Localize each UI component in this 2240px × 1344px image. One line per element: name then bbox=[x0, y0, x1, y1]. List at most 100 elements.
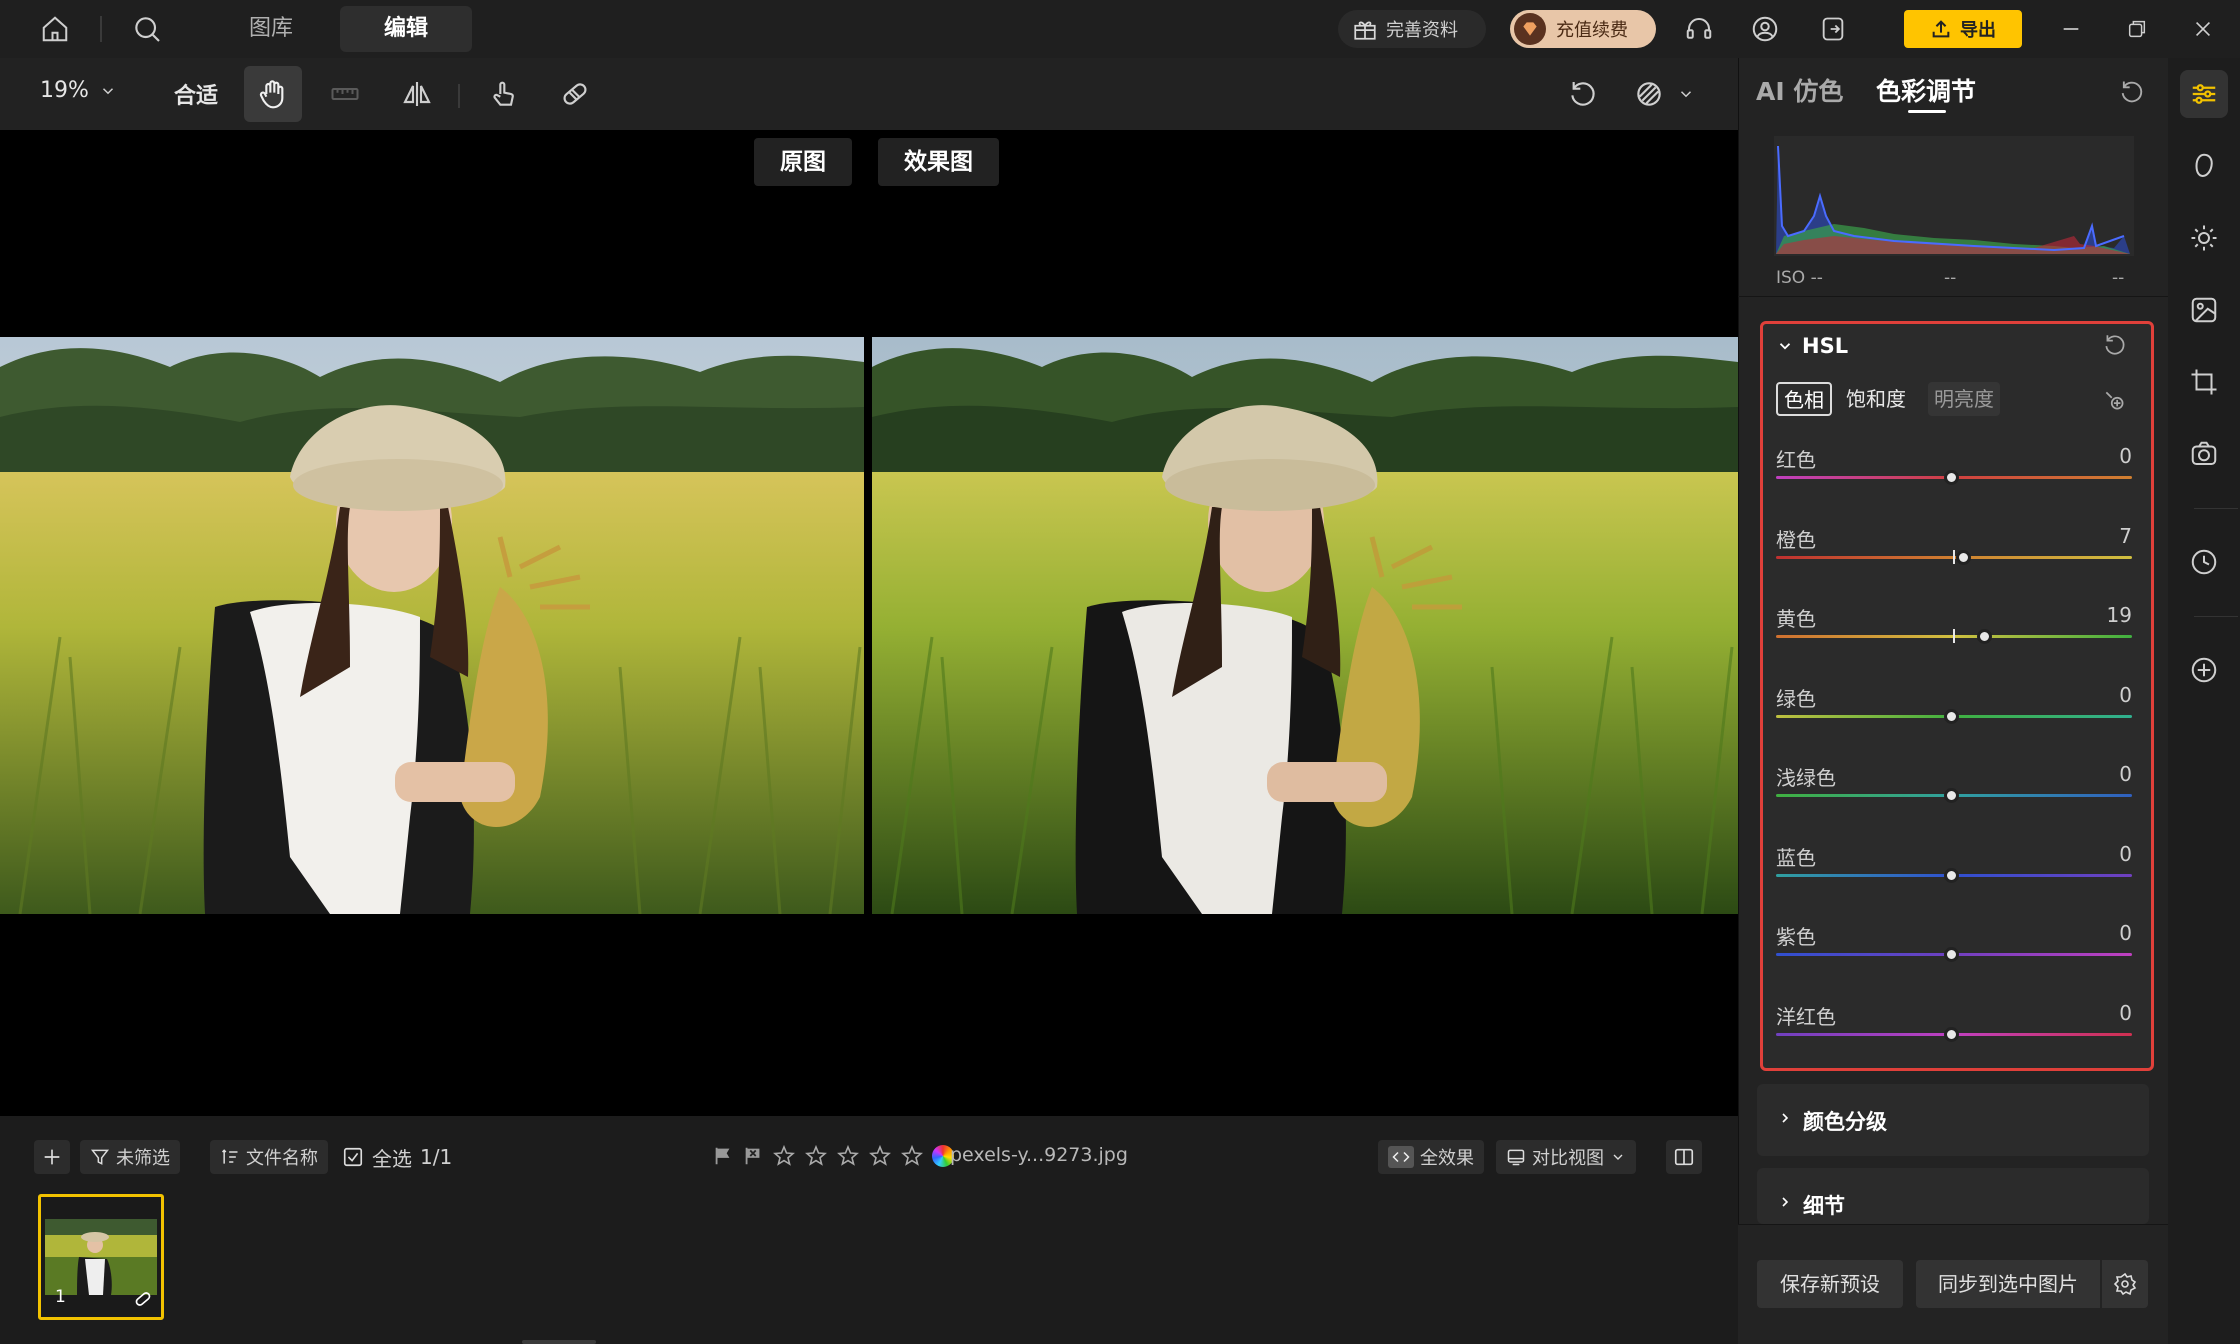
star-icon[interactable] bbox=[804, 1144, 828, 1168]
slider-label: 绿色 bbox=[1776, 687, 1816, 711]
complete-profile-button[interactable]: 完善资料 bbox=[1338, 10, 1486, 48]
light-icon[interactable] bbox=[2180, 214, 2228, 262]
restore-icon[interactable] bbox=[2118, 10, 2156, 48]
tab-edit[interactable]: 编辑 bbox=[340, 6, 472, 52]
slider-handle[interactable] bbox=[1943, 788, 1959, 803]
chevron-right-icon bbox=[1777, 1194, 1793, 1210]
active-tab-indicator bbox=[1908, 110, 1946, 113]
history-icon[interactable] bbox=[2180, 538, 2228, 586]
mode-hue[interactable]: 色相 bbox=[1776, 382, 1832, 416]
divider bbox=[2194, 508, 2238, 509]
slider-value[interactable]: 0 bbox=[2119, 444, 2132, 468]
headset-icon[interactable] bbox=[1680, 10, 1718, 48]
tab-ai-color[interactable]: AI 仿色 bbox=[1756, 72, 1843, 108]
slider-value[interactable]: 0 bbox=[2119, 1001, 2132, 1025]
thumbnail-index: 1 bbox=[55, 1287, 66, 1307]
effect-photo[interactable] bbox=[872, 337, 1738, 914]
tab-library[interactable]: 图库 bbox=[226, 6, 316, 52]
touch-icon[interactable] bbox=[474, 66, 532, 122]
filter-button[interactable]: 未筛选 bbox=[80, 1140, 180, 1174]
undo-icon[interactable] bbox=[1554, 66, 1612, 122]
hsl-header[interactable]: HSL bbox=[1776, 334, 1848, 358]
reject-flag-icon[interactable] bbox=[742, 1145, 764, 1167]
slider-value[interactable]: 0 bbox=[2119, 921, 2132, 945]
slider-handle[interactable] bbox=[1943, 868, 1959, 883]
save-preset-button[interactable]: 保存新预设 bbox=[1757, 1260, 1903, 1308]
mode-saturation[interactable]: 饱和度 bbox=[1846, 382, 1906, 416]
slider-center-tick bbox=[1953, 629, 1955, 643]
hsl-title: HSL bbox=[1802, 334, 1849, 358]
slider-value[interactable]: 0 bbox=[2119, 683, 2132, 707]
chevron-down-icon bbox=[99, 82, 117, 100]
blend-icon bbox=[1633, 78, 1665, 110]
effect-view-button[interactable]: 效果图 bbox=[878, 138, 999, 186]
zoom-select[interactable]: 19% bbox=[40, 78, 117, 103]
add-icon[interactable] bbox=[2180, 646, 2228, 694]
overlay-mode-select[interactable] bbox=[1624, 66, 1704, 122]
fit-button[interactable]: 合适 bbox=[174, 78, 218, 110]
split-view-icon[interactable] bbox=[1666, 1140, 1702, 1174]
selection-count: 1/1 bbox=[420, 1145, 453, 1169]
original-photo[interactable] bbox=[0, 337, 864, 914]
slider-handle[interactable] bbox=[1943, 1027, 1959, 1042]
flag-icon[interactable] bbox=[712, 1145, 734, 1167]
star-icon[interactable] bbox=[836, 1144, 860, 1168]
adjust-sliders-icon[interactable] bbox=[2180, 70, 2228, 118]
chevron-down-icon bbox=[1677, 85, 1695, 103]
sync-button[interactable]: 同步到选中图片 bbox=[1916, 1260, 2100, 1308]
eraser-icon[interactable] bbox=[546, 66, 604, 122]
camera-icon[interactable] bbox=[2180, 430, 2228, 478]
close-icon[interactable] bbox=[2184, 10, 2222, 48]
slider-handle[interactable] bbox=[1943, 947, 1959, 962]
compare-view-select[interactable]: 对比视图 bbox=[1496, 1140, 1636, 1174]
home-icon[interactable] bbox=[36, 10, 74, 48]
hsl-reset-icon[interactable] bbox=[2102, 332, 2128, 358]
slider-label: 橙色 bbox=[1776, 528, 1816, 552]
sync-settings-icon[interactable] bbox=[2102, 1260, 2148, 1308]
original-view-button[interactable]: 原图 bbox=[754, 138, 852, 186]
user-icon[interactable] bbox=[1746, 10, 1784, 48]
edit-toolbar: 19% 合适 bbox=[0, 58, 1738, 130]
target-adjust-icon[interactable] bbox=[2102, 388, 2128, 414]
star-icon[interactable] bbox=[900, 1144, 924, 1168]
flip-icon[interactable] bbox=[388, 66, 446, 122]
mode-luminance[interactable]: 明亮度 bbox=[1928, 382, 2000, 416]
crop-icon[interactable] bbox=[2180, 358, 2228, 406]
tab-color-adjust[interactable]: 色彩调节 bbox=[1876, 72, 1976, 108]
thumbnail[interactable]: 1 bbox=[38, 1194, 164, 1320]
histogram bbox=[1774, 136, 2134, 256]
section-title: 颜色分级 bbox=[1803, 1110, 1887, 1134]
slider-value[interactable]: 0 bbox=[2119, 762, 2132, 786]
slider-value[interactable]: 0 bbox=[2119, 842, 2132, 866]
full-effect-button[interactable]: 全效果 bbox=[1378, 1140, 1484, 1174]
recharge-button[interactable]: 充值续费 bbox=[1510, 10, 1656, 48]
slider-value[interactable]: 19 bbox=[2107, 603, 2132, 627]
color-grading-section[interactable]: 颜色分级 bbox=[1757, 1084, 2149, 1156]
detail-section[interactable]: 细节 bbox=[1757, 1168, 2149, 1224]
star-icon[interactable] bbox=[868, 1144, 892, 1168]
portrait-icon[interactable] bbox=[2180, 142, 2228, 190]
hand-tool-icon[interactable] bbox=[244, 66, 302, 122]
filmstrip-scrollbar[interactable] bbox=[522, 1340, 596, 1344]
slider-handle[interactable] bbox=[1955, 550, 1971, 565]
iso-label: ISO -- bbox=[1776, 268, 1823, 288]
slider-value[interactable]: 7 bbox=[2119, 524, 2132, 548]
slider-handle[interactable] bbox=[1943, 470, 1959, 485]
chevron-right-icon bbox=[1777, 1110, 1793, 1126]
chevron-down-icon bbox=[1776, 337, 1794, 355]
select-all-checkbox[interactable]: 全选 1/1 bbox=[342, 1140, 452, 1174]
image-edit-icon[interactable] bbox=[2180, 286, 2228, 334]
reset-all-icon[interactable] bbox=[2118, 78, 2146, 106]
sort-button[interactable]: 文件名称 bbox=[210, 1140, 328, 1174]
export-button[interactable]: 导出 bbox=[1904, 10, 2022, 48]
slider-label: 黄色 bbox=[1776, 607, 1816, 631]
filmstrip bbox=[0, 1194, 1738, 1344]
slider-label: 浅绿色 bbox=[1776, 766, 1836, 790]
star-icon[interactable] bbox=[772, 1144, 796, 1168]
minimize-icon[interactable] bbox=[2052, 10, 2090, 48]
search-icon[interactable] bbox=[128, 10, 166, 48]
zoom-value: 19% bbox=[40, 78, 89, 103]
logout-icon[interactable] bbox=[1814, 10, 1852, 48]
slider-handle[interactable] bbox=[1943, 709, 1959, 724]
add-photo-button[interactable] bbox=[34, 1140, 70, 1174]
